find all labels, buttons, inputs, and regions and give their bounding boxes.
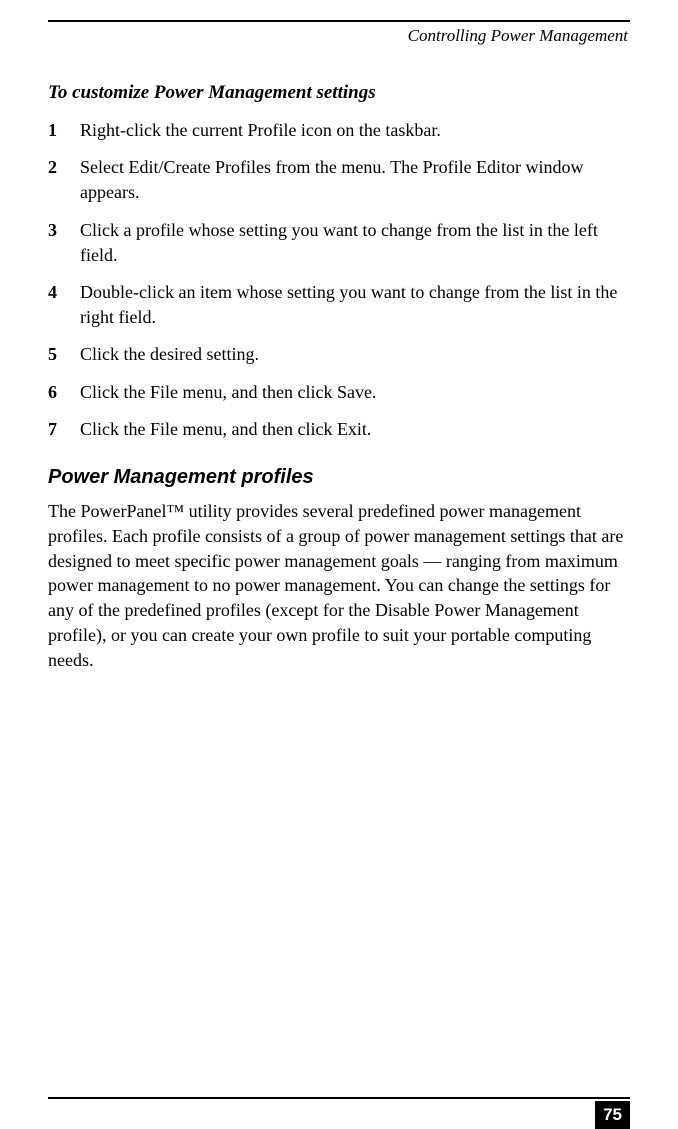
step-item: 2 Select Edit/Create Profiles from the m… (48, 155, 630, 205)
step-number: 6 (48, 380, 80, 405)
page-number: 75 (595, 1101, 630, 1129)
step-item: 3 Click a profile whose setting you want… (48, 218, 630, 268)
page-footer: 75 (48, 1097, 630, 1099)
step-item: 4 Double-click an item whose setting you… (48, 280, 630, 330)
footer-rule (48, 1097, 630, 1099)
step-item: 6 Click the File menu, and then click Sa… (48, 380, 630, 405)
step-number: 7 (48, 417, 80, 442)
subsection-paragraph: The PowerPanel™ utility provides several… (48, 499, 630, 673)
step-number: 2 (48, 155, 80, 180)
step-item: 5 Click the desired setting. (48, 342, 630, 367)
section-title: To customize Power Management settings (48, 82, 630, 104)
step-number: 1 (48, 118, 80, 143)
step-item: 7 Click the File menu, and then click Ex… (48, 417, 630, 442)
subsection-title: Power Management profiles (48, 466, 630, 489)
steps-list: 1 Right-click the current Profile icon o… (48, 118, 630, 442)
step-text: Double-click an item whose setting you w… (80, 280, 630, 330)
step-text: Select Edit/Create Profiles from the men… (80, 155, 630, 205)
step-text: Click the File menu, and then click Save… (80, 380, 630, 405)
step-item: 1 Right-click the current Profile icon o… (48, 118, 630, 143)
step-text: Right-click the current Profile icon on … (80, 118, 630, 143)
step-number: 5 (48, 342, 80, 367)
chapter-title: Controlling Power Management (48, 26, 630, 46)
header-rule (48, 20, 630, 22)
step-number: 3 (48, 218, 80, 243)
step-text: Click the File menu, and then click Exit… (80, 417, 630, 442)
step-text: Click the desired setting. (80, 342, 630, 367)
step-number: 4 (48, 280, 80, 305)
step-text: Click a profile whose setting you want t… (80, 218, 630, 268)
